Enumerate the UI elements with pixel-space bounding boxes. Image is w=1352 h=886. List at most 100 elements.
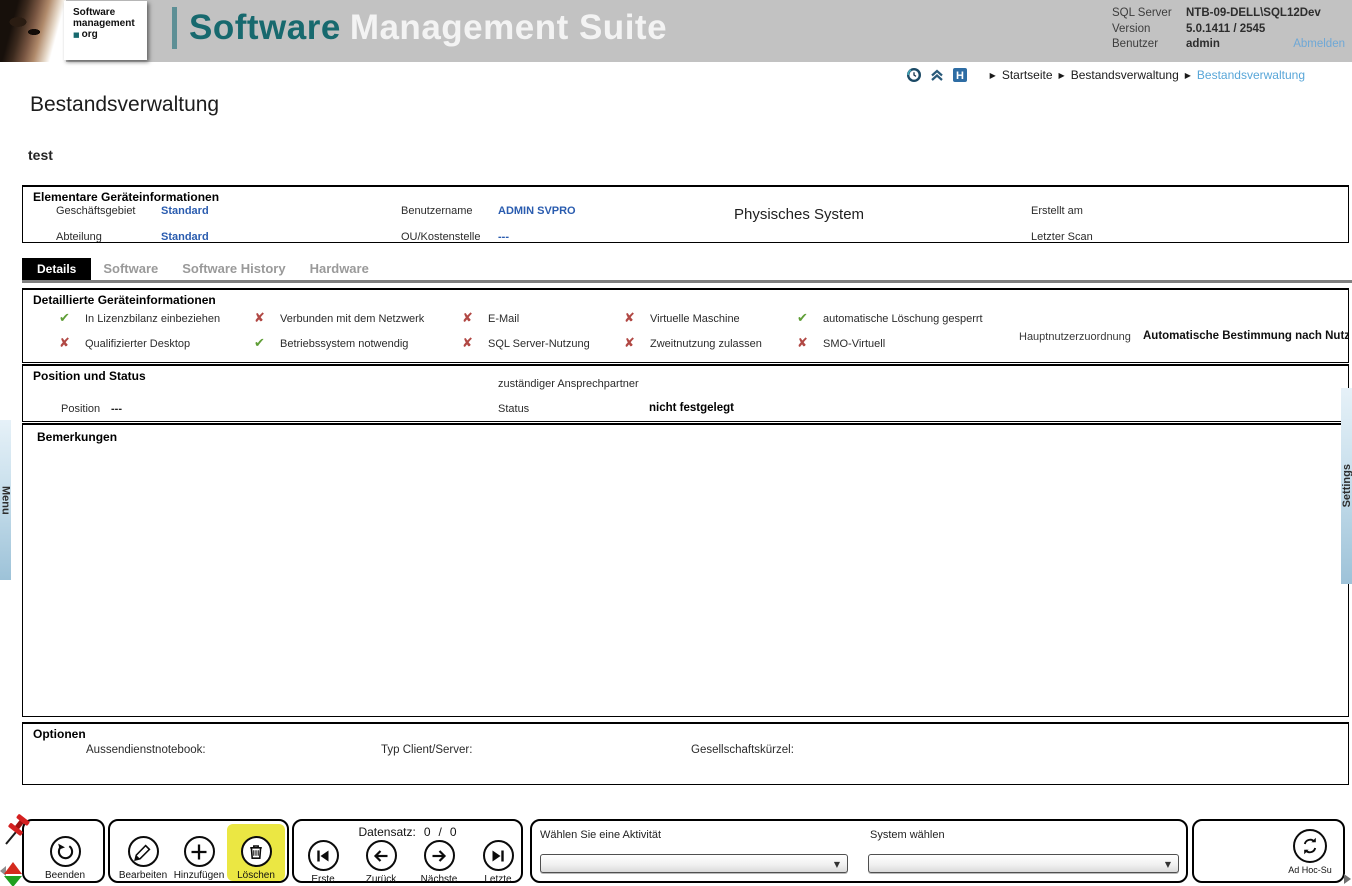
- sql-server-label: SQL Server: [1112, 6, 1186, 22]
- hinzufuegen-button[interactable]: Hinzufügen: [170, 836, 228, 881]
- tab-divider: [22, 280, 1352, 283]
- user-label: Benutzer: [1112, 37, 1186, 53]
- activity-select[interactable]: ▼: [540, 854, 848, 873]
- username-value[interactable]: ADMIN SVPRO: [498, 205, 576, 217]
- options-title: Optionen: [33, 727, 86, 741]
- flag-qualifizierter-desktop: Qualifizierter Desktop: [59, 335, 190, 353]
- help-icon[interactable]: H: [952, 67, 968, 83]
- bestandsverwaltung-screen: Software management ■org Software Manage…: [0, 0, 1352, 886]
- app-header: Software management ■org Software Manage…: [0, 0, 1352, 62]
- header-photo: [0, 0, 66, 62]
- arrow-right-icon: [430, 847, 448, 865]
- zurueck-button[interactable]: Zurück: [352, 840, 410, 885]
- flag-lizenzbilanz: In Lizenzbilanz einbeziehen: [59, 310, 220, 328]
- menu-side-tab[interactable]: Menu: [0, 420, 11, 580]
- cross-icon: [462, 311, 478, 327]
- toolbar-group-adhoc: Ad Hoc-Su: [1192, 819, 1345, 883]
- business-area-value[interactable]: Standard: [161, 205, 209, 217]
- last-scan-label: Letzter Scan: [1031, 231, 1093, 243]
- company-code-label: Gesellschaftskürzel:: [691, 744, 794, 756]
- skip-first-icon: [314, 847, 332, 865]
- pushpin-icon[interactable]: [2, 814, 32, 848]
- flag-sql-server: SQL Server-Nutzung: [462, 335, 590, 353]
- cross-icon: [59, 336, 75, 352]
- undo-icon: [56, 842, 75, 861]
- plus-icon: [190, 843, 208, 861]
- system-select[interactable]: ▼: [868, 854, 1179, 873]
- ou-value: ---: [498, 231, 509, 243]
- tab-software-history[interactable]: Software History: [170, 258, 297, 280]
- beenden-button[interactable]: Beenden: [36, 836, 94, 881]
- settings-side-tab[interactable]: Settings: [1341, 388, 1352, 584]
- logout-link[interactable]: Abmelden: [1293, 37, 1345, 53]
- naechste-button[interactable]: Nächste: [410, 840, 468, 885]
- detailed-info-title: Detaillierte Geräteinformationen: [33, 293, 216, 307]
- breadcrumb-item-startseite[interactable]: Startseite: [1002, 68, 1053, 82]
- org-bullet-icon: ■: [73, 31, 80, 39]
- record-counter-label: Datensatz:: [358, 825, 415, 839]
- brand-primary: Software: [189, 8, 341, 48]
- flag-zweitnutzung: Zweitnutzung zulassen: [624, 335, 762, 353]
- detailed-info-panel: Detaillierte Geräteinformationen In Lize…: [22, 288, 1349, 363]
- cross-icon: [797, 336, 813, 352]
- record-name: test: [28, 147, 53, 163]
- position-value: ---: [111, 403, 122, 415]
- tab-details[interactable]: Details: [22, 258, 91, 280]
- flag-email: E-Mail: [462, 310, 519, 328]
- record-counter: Datensatz:0/0: [294, 825, 521, 839]
- check-icon: [59, 311, 75, 327]
- department-value[interactable]: Standard: [161, 231, 209, 243]
- status-label: Status: [498, 403, 529, 415]
- breadcrumb-arrow-icon: ▶: [1185, 71, 1191, 80]
- tab-software[interactable]: Software: [91, 258, 170, 280]
- trash-icon: [247, 843, 265, 861]
- business-area-label: Geschäftsgebiet: [56, 205, 136, 217]
- system-type: Physisches System: [734, 206, 864, 223]
- breadcrumb-item-bestandsverwaltung[interactable]: Bestandsverwaltung: [1071, 68, 1179, 82]
- toolbar-group-navigation: Datensatz:0/0 Erste Zurück: [292, 819, 523, 883]
- flag-automatische-loeschung: automatische Löschung gesperrt: [797, 310, 983, 328]
- tab-hardware[interactable]: Hardware: [298, 258, 381, 280]
- scroll-down-icon[interactable]: [4, 876, 22, 886]
- expand-right-icon[interactable]: [1344, 874, 1351, 884]
- cross-icon: [624, 336, 640, 352]
- elementary-info-panel: Elementare Geräteinformationen Geschäfts…: [22, 185, 1349, 243]
- breadcrumb-arrow-icon: ▶: [1059, 71, 1065, 80]
- toolbar-group-selectors: Wählen Sie eine Aktivität System wählen …: [530, 819, 1188, 883]
- flag-virtuelle-maschine: Virtuelle Maschine: [624, 310, 740, 328]
- loeschen-button[interactable]: Löschen: [227, 824, 285, 881]
- cross-icon: [254, 311, 270, 327]
- clock-icon[interactable]: [906, 67, 922, 83]
- username-label: Benutzername: [401, 205, 473, 217]
- scroll-up-icon[interactable]: [4, 862, 22, 874]
- bearbeiten-button[interactable]: Bearbeiten: [114, 836, 172, 881]
- letzte-button[interactable]: Letzte: [469, 840, 527, 885]
- remarks-panel[interactable]: Bemerkungen: [22, 423, 1349, 717]
- client-server-type-label: Typ Client/Server:: [381, 744, 472, 756]
- cross-icon: [462, 336, 478, 352]
- contact-label: zuständiger Ansprechpartner: [498, 378, 639, 390]
- remarks-title: Bemerkungen: [37, 430, 117, 444]
- version-label: Version: [1112, 22, 1186, 38]
- home-chevrons-icon[interactable]: [929, 67, 945, 83]
- adhoc-button[interactable]: Ad Hoc-Su: [1278, 829, 1342, 875]
- brand-divider-bar: [172, 7, 177, 49]
- org-logo-line1: Software: [73, 7, 143, 18]
- org-logo: Software management ■org: [64, 1, 147, 60]
- cross-icon: [624, 311, 640, 327]
- breadcrumb-arrow-icon: ▶: [990, 71, 996, 80]
- breadcrumb-item-current[interactable]: Bestandsverwaltung: [1197, 68, 1305, 82]
- elementary-info-title: Elementare Geräteinformationen: [33, 190, 219, 204]
- brand-secondary: Management Suite: [350, 8, 667, 48]
- arrow-left-icon: [372, 847, 390, 865]
- notebook-label: Aussendienstnotebook:: [86, 744, 206, 756]
- flag-netzwerk: Verbunden mit dem Netzwerk: [254, 310, 424, 328]
- pencil-icon: [134, 843, 152, 861]
- chevron-down-icon: ▼: [834, 860, 840, 869]
- position-status-title: Position und Status: [33, 369, 146, 383]
- created-at-label: Erstellt am: [1031, 205, 1083, 217]
- record-total: 0: [450, 825, 457, 839]
- erste-button[interactable]: Erste: [294, 840, 352, 885]
- record-separator: /: [439, 825, 442, 839]
- position-label: Position: [61, 403, 100, 415]
